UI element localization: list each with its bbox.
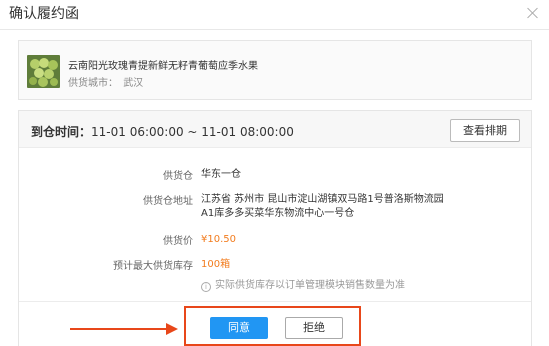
field-value: 华东一仓 <box>201 169 241 180</box>
footer-divider <box>19 301 531 302</box>
field-key: 供货价 <box>163 236 193 247</box>
supply-city: 供货城市： 武汉 <box>68 74 143 89</box>
close-icon[interactable] <box>527 7 539 19</box>
info-icon: i <box>201 282 211 292</box>
arrival-time-value: 11-01 06:00:00 ~ 11-01 08:00:00 <box>91 125 294 139</box>
dialog-header: 确认履约函 <box>0 0 549 30</box>
field-value-line2: A1库多多买菜华东物流中心一号仓 <box>201 208 355 219</box>
confirm-fulfillment-dialog: 确认履约函 云南阳光玫瑰青提新鲜无籽青葡萄应季水果 供货城市： 武汉 到仓时间：… <box>0 0 549 346</box>
order-header: 到仓时间：11-01 06:00:00 ~ 11-01 08:00:00 查看排… <box>19 111 531 148</box>
agree-button[interactable]: 同意 <box>210 317 268 339</box>
view-schedule-button[interactable]: 查看排期 <box>450 119 520 142</box>
supply-city-value: 武汉 <box>123 78 144 89</box>
field-key: 供货仓 <box>163 171 193 182</box>
field-key: 供货仓地址 <box>143 196 193 207</box>
field-value: ¥10.50 <box>201 234 236 245</box>
reject-button[interactable]: 拒绝 <box>285 317 343 339</box>
supply-city-label: 供货城市： <box>68 78 118 89</box>
field-value-line1: 江苏省 苏州市 昆山市淀山湖镇双马路1号普洛斯物流园 <box>201 194 444 205</box>
dialog-title: 确认履约函 <box>9 6 79 22</box>
product-card: 云南阳光玫瑰青提新鲜无籽青葡萄应季水果 供货城市： 武汉 <box>18 40 532 100</box>
stock-hint-text: 实际供货库存以订单管理模块销售数量为准 <box>215 280 405 291</box>
arrow-icon <box>70 323 178 335</box>
arrival-time-label: 到仓时间： <box>31 125 92 139</box>
stock-hint: i 实际供货库存以订单管理模块销售数量为准 <box>201 276 405 292</box>
arrival-time: 到仓时间：11-01 06:00:00 ~ 11-01 08:00:00 <box>31 123 294 140</box>
field-key: 预计最大供货库存 <box>113 261 193 272</box>
product-name: 云南阳光玫瑰青提新鲜无籽青葡萄应季水果 <box>68 61 258 72</box>
product-thumbnail <box>27 55 60 88</box>
field-value: 100箱 <box>201 259 231 270</box>
